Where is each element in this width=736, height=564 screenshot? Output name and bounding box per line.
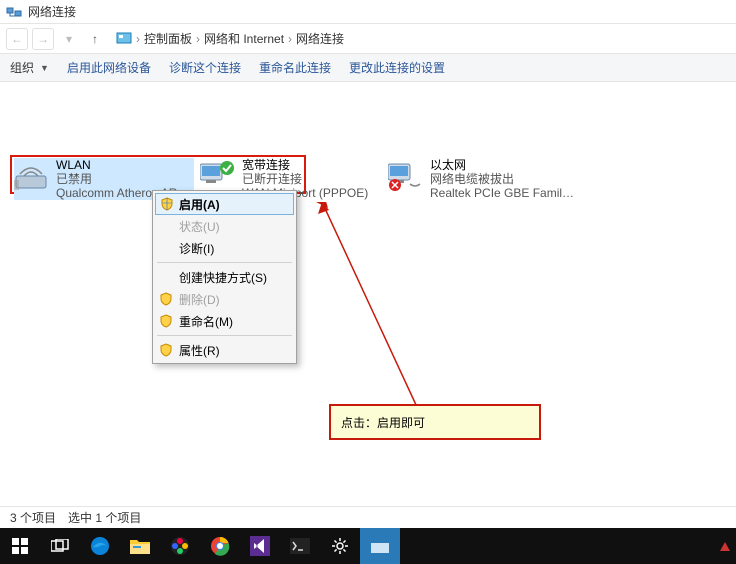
shield-icon — [159, 343, 173, 357]
status-selected-count: 选中 1 个项目 — [68, 509, 141, 526]
ctx-rename-label: 重命名(M) — [179, 313, 233, 330]
vs-icon — [250, 536, 270, 556]
taskbar-chrome[interactable] — [200, 528, 240, 564]
adapter-ethernet-name: 以太网 — [430, 158, 580, 172]
annotation-callout: 点击：启用即可 — [329, 404, 541, 440]
ctx-enable-label: 启用(A) — [179, 196, 220, 213]
toolbar-rename[interactable]: 重命名此连接 — [259, 59, 331, 76]
chrome-icon — [210, 536, 230, 556]
gear-icon — [331, 537, 349, 555]
adapter-wlan-name: WLAN — [56, 158, 187, 172]
content-area: WLAN 已禁用 Qualcomm Atheros AR... 宽带连接 已断开… — [0, 82, 736, 527]
adapter-broadband-name: 宽带连接 — [242, 158, 368, 172]
taskbar-app-circle[interactable] — [160, 528, 200, 564]
breadcrumb-control-panel[interactable]: 控制面板 — [144, 30, 192, 47]
ctx-delete-label: 删除(D) — [179, 291, 220, 308]
nav-recent-dropdown[interactable]: ▾ — [58, 28, 80, 50]
tray-icon — [718, 539, 732, 553]
ctx-shortcut-label: 创建快捷方式(S) — [179, 269, 267, 286]
toolbar-enable-device[interactable]: 启用此网络设备 — [67, 59, 151, 76]
shield-icon — [159, 314, 173, 328]
taskbar-terminal[interactable] — [280, 528, 320, 564]
network-icon — [6, 4, 22, 20]
window-title: 网络连接 — [28, 3, 76, 20]
taskbar-file-explorer[interactable] — [120, 528, 160, 564]
toolbar-diagnose[interactable]: 诊断这个连接 — [169, 59, 241, 76]
color-circle-icon — [170, 536, 190, 556]
adapter-ethernet[interactable]: 以太网 网络电缆被拔出 Realtek PCIe GBE Family Cont… — [388, 158, 588, 200]
system-tray[interactable] — [718, 539, 732, 553]
ctx-rename[interactable]: 重命名(M) — [155, 310, 294, 332]
terminal-icon — [290, 538, 310, 554]
breadcrumb-network-internet[interactable]: 网络和 Internet — [204, 30, 284, 47]
breadcrumb-separator: › — [196, 32, 200, 46]
toolbar-change-settings[interactable]: 更改此连接的设置 — [349, 59, 445, 76]
broadband-adapter-icon — [200, 158, 236, 192]
adapter-wlan-status: 已禁用 — [56, 172, 187, 186]
breadcrumb-network-connections[interactable]: 网络连接 — [296, 30, 344, 47]
ctx-separator — [157, 262, 292, 263]
task-view-button[interactable] — [40, 528, 80, 564]
annotation-arrow — [307, 202, 437, 422]
taskbar-visual-studio[interactable] — [240, 528, 280, 564]
start-button[interactable] — [0, 528, 40, 564]
ethernet-adapter-icon — [388, 158, 424, 192]
taskbar — [0, 528, 736, 564]
ctx-status-label: 状态(U) — [179, 218, 220, 235]
chevron-down-icon[interactable]: ▼ — [40, 63, 49, 73]
nav-back-button[interactable]: ← — [6, 28, 28, 50]
navigation-bar: ← → ▾ ↑ › 控制面板 › 网络和 Internet › 网络连接 — [0, 24, 736, 54]
ctx-separator — [157, 335, 292, 336]
ctx-diagnose[interactable]: 诊断(I) — [155, 237, 294, 259]
window-titlebar: 网络连接 — [0, 0, 736, 24]
status-bar: 3 个项目 选中 1 个项目 — [0, 506, 736, 528]
breadcrumb-separator: › — [288, 32, 292, 46]
ctx-diagnose-label: 诊断(I) — [179, 240, 214, 257]
shield-icon — [160, 197, 174, 211]
breadcrumb-separator: › — [136, 32, 140, 46]
taskbar-edge[interactable] — [80, 528, 120, 564]
ctx-create-shortcut[interactable]: 创建快捷方式(S) — [155, 266, 294, 288]
taskview-icon — [51, 539, 69, 553]
ctx-status: 状态(U) — [155, 215, 294, 237]
ctx-enable[interactable]: 启用(A) — [155, 193, 294, 215]
command-toolbar: 组织 ▼ 启用此网络设备 诊断这个连接 重命名此连接 更改此连接的设置 — [0, 54, 736, 82]
nav-forward-button[interactable]: → — [32, 28, 54, 50]
context-menu: 启用(A) 状态(U) 诊断(I) 创建快捷方式(S) 删除(D) 重命名(M)… — [152, 190, 297, 364]
adapter-broadband-status: 已断开连接 — [242, 172, 368, 186]
status-item-count: 3 个项目 — [10, 509, 56, 526]
shield-icon — [159, 292, 173, 306]
nav-up-button[interactable]: ↑ — [84, 28, 106, 50]
ctx-delete: 删除(D) — [155, 288, 294, 310]
wifi-adapter-icon — [14, 158, 50, 192]
toolbar-organize[interactable]: 组织 — [10, 59, 34, 76]
taskbar-settings[interactable] — [320, 528, 360, 564]
breadcrumb: › 控制面板 › 网络和 Internet › 网络连接 — [116, 30, 344, 47]
window-icon — [371, 539, 389, 553]
taskbar-active-app[interactable] — [360, 528, 400, 564]
folder-icon — [130, 538, 150, 554]
adapter-ethernet-device: Realtek PCIe GBE Family Contr... — [430, 186, 580, 200]
callout-text: 点击：启用即可 — [341, 414, 425, 431]
edge-icon — [90, 536, 110, 556]
ctx-properties-label: 属性(R) — [179, 342, 220, 359]
control-panel-icon — [116, 31, 132, 47]
adapter-ethernet-status: 网络电缆被拔出 — [430, 172, 580, 186]
ctx-properties[interactable]: 属性(R) — [155, 339, 294, 361]
windows-icon — [12, 538, 28, 554]
